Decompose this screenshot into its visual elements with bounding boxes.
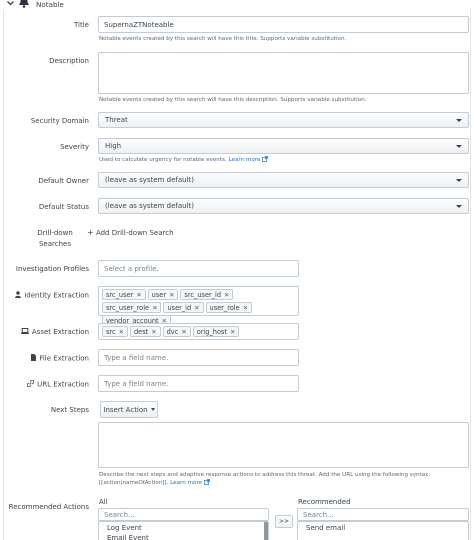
tag[interactable]: user_id ✕ bbox=[163, 302, 204, 313]
default-owner-label: Default Owner bbox=[38, 177, 89, 185]
section-title: Notable bbox=[36, 0, 64, 9]
severity-select[interactable]: High bbox=[98, 138, 469, 154]
chevron-down-icon bbox=[456, 144, 462, 148]
all-actions-header: All bbox=[99, 498, 108, 506]
bell-icon bbox=[18, 0, 30, 8]
url-extraction-input[interactable]: Type a field name. bbox=[98, 375, 299, 392]
user-icon bbox=[15, 291, 22, 300]
tag-label: orig_host bbox=[196, 327, 227, 336]
close-icon[interactable]: ✕ bbox=[194, 304, 199, 312]
next-steps-help: Describe the next steps and adaptive res… bbox=[99, 472, 431, 487]
file-extraction-label: File Extraction bbox=[0, 354, 89, 363]
tag[interactable]: src_user ✕ bbox=[102, 289, 146, 300]
investigation-profiles-label: Investigation Profiles bbox=[15, 265, 89, 273]
title-help: Notable events created by this search wi… bbox=[99, 36, 347, 42]
description-label: Description bbox=[49, 57, 89, 65]
asset-extraction-label: Asset Extraction bbox=[0, 328, 89, 337]
close-icon[interactable]: ✕ bbox=[169, 291, 174, 299]
insert-action-button[interactable]: Insert Action bbox=[100, 401, 158, 418]
identity-extraction-tags[interactable]: src_user ✕ user ✕ src_user_id ✕ src_user_role ✕… bbox=[98, 286, 299, 326]
asset-extraction-tags[interactable]: src ✕ dest ✕ dvc ✕ orig_host ✕ bbox=[98, 323, 299, 340]
close-icon[interactable]: ✕ bbox=[136, 291, 141, 299]
recommended-actions-label: Recommended Actions bbox=[8, 503, 89, 511]
list-item[interactable]: Send email bbox=[298, 522, 468, 532]
next-steps-label: Next Steps bbox=[50, 406, 89, 414]
tag[interactable]: user ✕ bbox=[147, 289, 179, 300]
close-icon[interactable]: ✕ bbox=[151, 328, 156, 336]
close-icon[interactable]: ✕ bbox=[224, 291, 229, 299]
chevron-down-icon bbox=[456, 118, 462, 122]
security-domain-select[interactable]: Threat bbox=[98, 112, 469, 128]
external-link-icon bbox=[262, 156, 269, 163]
close-icon[interactable]: ✕ bbox=[243, 304, 248, 312]
identity-extraction-label: Identity Extraction bbox=[0, 291, 89, 300]
description-textarea[interactable] bbox=[98, 52, 469, 94]
scrollbar[interactable] bbox=[264, 522, 268, 540]
tag-label: user_role bbox=[209, 303, 240, 312]
chevron-down-icon bbox=[456, 178, 462, 182]
add-drilldown-button[interactable]: + Add Drill-down Search bbox=[87, 228, 174, 237]
collapse-chevron-icon[interactable] bbox=[6, 0, 15, 7]
next-steps-textarea[interactable] bbox=[98, 422, 469, 468]
next-steps-learn-more-link[interactable]: Learn more bbox=[170, 480, 202, 486]
title-label: Title bbox=[73, 21, 89, 29]
close-icon[interactable]: ✕ bbox=[119, 328, 124, 336]
tag-label: src_user_id bbox=[184, 290, 222, 299]
laptop-icon bbox=[20, 328, 29, 336]
recommended-actions-search-input[interactable]: Search... bbox=[297, 508, 469, 521]
external-link-icon bbox=[203, 479, 210, 486]
panel-right-border bbox=[470, 10, 471, 540]
tag[interactable]: src_user_role ✕ bbox=[102, 302, 162, 313]
list-item[interactable]: Email Event bbox=[99, 532, 268, 540]
default-owner-select[interactable]: (leave as system default) bbox=[98, 172, 469, 188]
tag[interactable]: user_role ✕ bbox=[205, 302, 253, 313]
tag-label: dest bbox=[134, 327, 149, 336]
investigation-profiles-input[interactable]: Select a profile. bbox=[98, 260, 299, 277]
chevron-down-icon bbox=[150, 408, 155, 411]
tag-label: user_id bbox=[167, 303, 192, 312]
all-actions-search-input[interactable]: Search... bbox=[98, 508, 269, 521]
tag-label: user bbox=[151, 290, 167, 299]
list-item[interactable]: Log Event bbox=[99, 522, 268, 532]
move-to-recommended-button[interactable]: >> bbox=[275, 515, 293, 528]
panel-left-border bbox=[3, 10, 4, 540]
plus-icon: + bbox=[87, 228, 94, 237]
tag[interactable]: src ✕ bbox=[102, 326, 128, 337]
title-input[interactable]: SupernaZTNoteable bbox=[98, 16, 469, 33]
url-extraction-label: URL Extraction bbox=[0, 379, 89, 389]
tag[interactable]: dvc ✕ bbox=[162, 326, 191, 337]
chevron-down-icon bbox=[456, 204, 462, 208]
tag-label: src bbox=[106, 327, 116, 336]
close-icon[interactable]: ✕ bbox=[152, 304, 157, 312]
file-extraction-input[interactable]: Type a field name. bbox=[98, 349, 299, 366]
severity-label: Severity bbox=[60, 143, 89, 151]
recommended-actions-list[interactable]: Send email bbox=[297, 521, 469, 540]
tag[interactable]: dest ✕ bbox=[130, 326, 161, 337]
tag-label: src_user bbox=[106, 290, 134, 299]
default-status-label: Default Status bbox=[38, 203, 89, 211]
recommended-actions-header: Recommended bbox=[298, 498, 351, 506]
tag[interactable]: src_user_id ✕ bbox=[180, 289, 234, 300]
description-help: Notable events created by this search wi… bbox=[99, 97, 367, 103]
security-domain-label: Security Domain bbox=[30, 117, 89, 125]
tag-label: dvc bbox=[166, 327, 179, 336]
severity-learn-more-link[interactable]: Learn more bbox=[228, 157, 260, 163]
file-icon bbox=[31, 354, 37, 363]
close-icon[interactable]: ✕ bbox=[181, 328, 186, 336]
severity-help: Used to calculate urgency for notable ev… bbox=[99, 156, 269, 164]
drilldown-label: Drill-down Searches bbox=[37, 229, 73, 248]
all-actions-list[interactable]: Log Event Email Event bbox=[98, 521, 269, 540]
tag[interactable]: orig_host ✕ bbox=[192, 326, 240, 337]
tag-label: src_user_role bbox=[106, 303, 150, 312]
default-status-select[interactable]: (leave as system default) bbox=[98, 198, 469, 214]
link-icon bbox=[26, 379, 35, 389]
close-icon[interactable]: ✕ bbox=[230, 328, 235, 336]
